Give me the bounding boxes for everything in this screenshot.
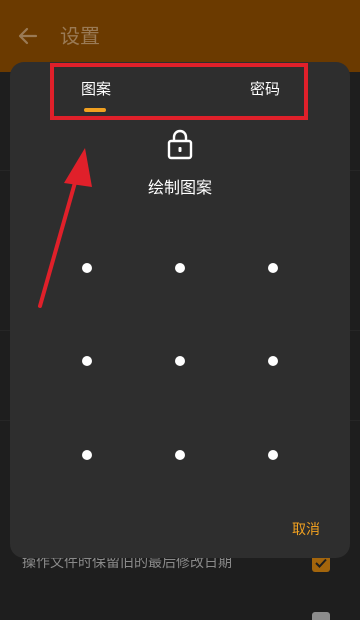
pattern-dot[interactable]: [268, 263, 278, 273]
page-title: 设置: [60, 24, 100, 48]
back-arrow-icon[interactable]: [16, 24, 40, 48]
pattern-dot[interactable]: [175, 356, 185, 366]
pattern-dot[interactable]: [268, 450, 278, 460]
lock-icon: [167, 128, 193, 160]
background-checkbox: [312, 612, 330, 620]
pattern-dot[interactable]: [82, 263, 92, 273]
pattern-dot[interactable]: [175, 450, 185, 460]
draw-pattern-label: 绘制图案: [147, 178, 212, 197]
pattern-dot[interactable]: [82, 356, 92, 366]
pattern-dot[interactable]: [82, 450, 92, 460]
pattern-dot[interactable]: [268, 356, 278, 366]
annotation-highlight-box: [50, 63, 308, 120]
checkmark-icon: [315, 558, 327, 568]
pattern-dot[interactable]: [175, 263, 185, 273]
unlock-dialog: 图案 密码 绘制图案 取消: [10, 62, 350, 558]
cancel-button[interactable]: 取消: [292, 520, 320, 540]
